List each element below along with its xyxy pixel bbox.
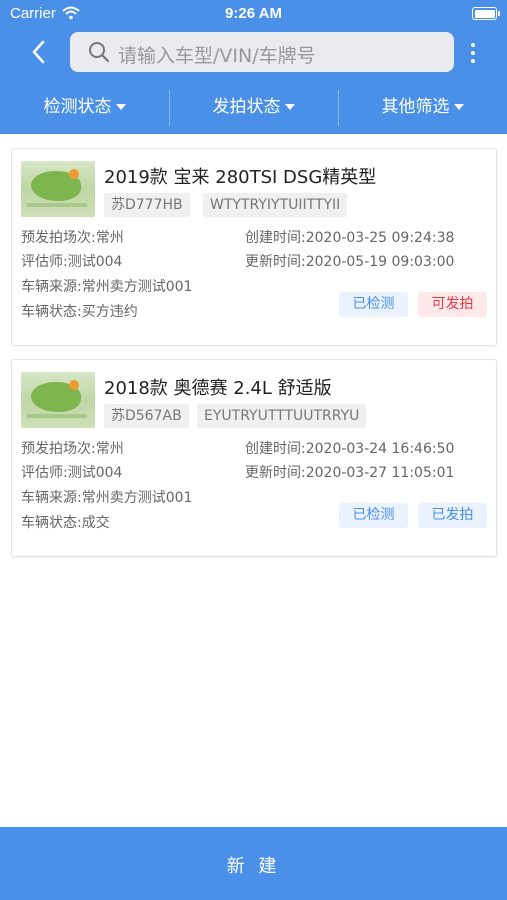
updated-time: 更新时间:2020-03-27 11:05:01	[245, 465, 455, 481]
caret-down-icon	[453, 104, 464, 110]
vehicle-source: 车辆来源:常州卖方测试001	[21, 279, 193, 295]
vehicle-title: 2018款 奥德赛 2.4L 舒适版	[104, 378, 332, 399]
back-chevron-icon[interactable]	[26, 38, 54, 66]
status-time: 9:26 AM	[225, 5, 282, 22]
auction-venue: 预发拍场次:常州	[21, 441, 124, 457]
more-options-icon[interactable]	[463, 38, 483, 68]
caret-down-icon	[284, 104, 295, 110]
vehicle-status: 车辆状态:成交	[21, 515, 110, 531]
created-time: 创建时间:2020-03-25 09:24:38	[245, 230, 455, 246]
vehicle-source: 车辆来源:常州卖方测试001	[21, 490, 193, 506]
new-button[interactable]: 新 建	[0, 827, 507, 900]
filter-inspection-status[interactable]: 检测状态	[0, 88, 169, 128]
vehicle-title: 2019款 宝来 280TSI DSG精英型	[104, 167, 377, 188]
filter-label: 检测状态	[43, 97, 112, 117]
nav-header: Carrier 9:26 AM 请输入车型/VIN/车牌号 检测状态 发拍状态 …	[0, 0, 507, 134]
filter-label: 其他筛选	[381, 97, 450, 117]
plate-tag: 苏D567AB	[104, 404, 189, 428]
auction-venue: 预发拍场次:常州	[21, 230, 124, 246]
status-bar: Carrier 9:26 AM	[0, 0, 507, 28]
vehicle-card[interactable]: 2019款 宝来 280TSI DSG精英型 苏D777HB WTYTRYIYT…	[11, 148, 497, 346]
status-badge-inspected: 已检测	[339, 292, 408, 317]
created-time: 创建时间:2020-03-24 16:46:50	[245, 441, 455, 457]
filter-bar: 检测状态 发拍状态 其他筛选	[0, 88, 507, 128]
battery-icon	[472, 7, 500, 20]
status-badge-auctionable: 可发拍	[418, 292, 487, 317]
vehicle-status: 车辆状态:买方违约	[21, 304, 138, 320]
updated-time: 更新时间:2020-05-19 09:03:00	[245, 254, 455, 270]
appraiser: 评估师:测试004	[21, 465, 123, 481]
filter-label: 发拍状态	[212, 97, 281, 117]
caret-down-icon	[115, 104, 126, 110]
filter-auction-status[interactable]: 发拍状态	[169, 88, 338, 128]
vin-tag: EYUTRYUTTTUUTRRYU	[197, 404, 367, 428]
status-badge-auctioned: 已发拍	[418, 503, 487, 528]
status-badge-inspected: 已检测	[339, 503, 408, 528]
plate-tag: 苏D777HB	[104, 193, 190, 217]
filter-other[interactable]: 其他筛选	[338, 88, 507, 128]
vin-tag: WTYTRYIYTUIITTYII	[203, 193, 348, 217]
new-button-label: 新 建	[226, 856, 281, 877]
search-placeholder: 请输入车型/VIN/车牌号	[118, 45, 316, 67]
search-input[interactable]: 请输入车型/VIN/车牌号	[70, 32, 454, 72]
vehicle-card[interactable]: 2018款 奥德赛 2.4L 舒适版 苏D567AB EYUTRYUTTTUUT…	[11, 359, 497, 557]
appraiser: 评估师:测试004	[21, 254, 123, 270]
vehicle-thumbnail	[21, 372, 95, 428]
vehicle-thumbnail	[21, 161, 95, 217]
search-icon	[89, 42, 110, 63]
